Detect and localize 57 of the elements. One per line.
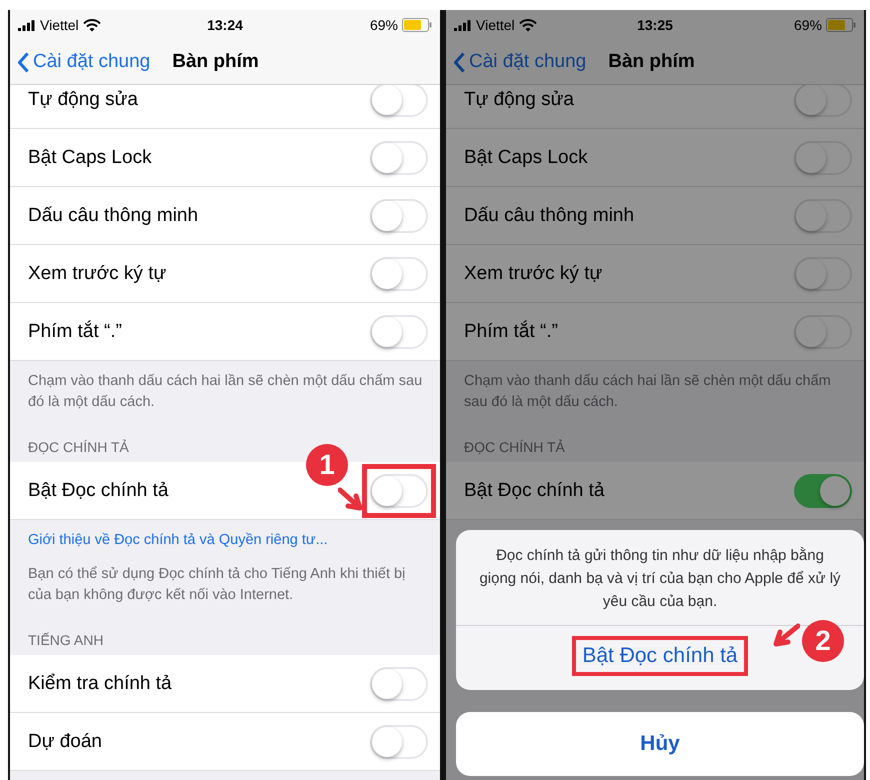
toggle-switch[interactable] (370, 140, 428, 174)
toggle-switch[interactable] (794, 314, 852, 348)
chevron-left-icon (18, 52, 29, 72)
battery-percent: 69% (370, 17, 398, 33)
screen-title: Bàn phím (608, 51, 695, 73)
toggle-switch[interactable] (370, 474, 428, 508)
wifi-icon (518, 18, 537, 32)
battery-percent: 69% (794, 17, 822, 33)
step-badge: 1 (306, 444, 348, 486)
clock-time: 13:24 (207, 17, 243, 33)
row-label: Phím tắt “.” (28, 320, 122, 342)
toggle-switch[interactable] (794, 85, 852, 116)
enable-dictation-button[interactable]: Bật Đọc chính tả (572, 636, 748, 676)
signal-icon (454, 20, 472, 30)
row-label: Xem trước ký tự (28, 262, 166, 284)
row-label: Dấu câu thông minh (464, 204, 634, 226)
toggle-switch[interactable] (794, 198, 852, 232)
footer-text: Bạn có thể sử dụng Đọc chính tả cho Tiếng Anh khi thiết bị của bạn không được kết nối vào Internet. (27, 565, 406, 605)
row-label: Tự động sửa (464, 88, 574, 110)
row-label: Tự động sửa (28, 88, 138, 110)
battery-icon (826, 18, 856, 32)
privacy-link[interactable]: Giới thiệu về Đọc chính tả và Quyền riêng tư... (10, 520, 440, 554)
wifi-icon (82, 18, 101, 32)
row-label: Dấu câu thông minh (28, 204, 198, 226)
footer-text: Chạm vào thanh dấu cách hai lần sẽ chèn một dấu chấm sau đó là một dấu cách. (463, 372, 832, 412)
section-header: ĐỌC CHÍNH TẢ (463, 438, 566, 457)
carrier-name: Viettel (476, 17, 515, 33)
section-header: ĐỌC CHÍNH TẢ (27, 438, 130, 457)
row-label: Bật Đọc chính tả (464, 480, 604, 502)
clock-time: 13:25 (637, 17, 673, 33)
toggle-switch[interactable] (794, 474, 852, 508)
footer-text: Chạm vào thanh dấu cách hai lần sẽ chèn một dấu chấm sau đó là một dấu cách. (27, 372, 424, 412)
toggle-switch[interactable] (794, 256, 852, 290)
screen-title: Bàn phím (172, 51, 259, 73)
toggle-switch[interactable] (794, 140, 852, 174)
row-label: Dự đoán (28, 730, 102, 752)
carrier-name: Viettel (40, 17, 79, 33)
chevron-left-icon (454, 52, 465, 72)
back-link[interactable]: Cài đặt chung (454, 51, 586, 73)
row-label: Bật Caps Lock (464, 146, 588, 168)
toggle-switch[interactable] (370, 724, 428, 758)
row-label: Bật Caps Lock (28, 146, 152, 168)
back-link[interactable]: Cài đặt chung (18, 51, 150, 73)
row-label: Xem trước ký tự (464, 262, 602, 284)
row-label: Phím tắt “.” (464, 320, 558, 342)
battery-icon (402, 18, 432, 32)
cancel-button[interactable]: Hủy (456, 712, 864, 776)
signal-icon (18, 20, 36, 30)
step-badge: 2 (802, 620, 844, 662)
toggle-switch[interactable] (370, 85, 428, 116)
toggle-switch[interactable] (370, 314, 428, 348)
row-label: Bật Đọc chính tả (28, 480, 168, 502)
row-label: Kiểm tra chính tả (28, 672, 172, 694)
section-header: TIẾNG ANH (27, 631, 104, 650)
toggle-switch[interactable] (370, 198, 428, 232)
toggle-switch[interactable] (370, 666, 428, 700)
toggle-switch[interactable] (370, 256, 428, 290)
